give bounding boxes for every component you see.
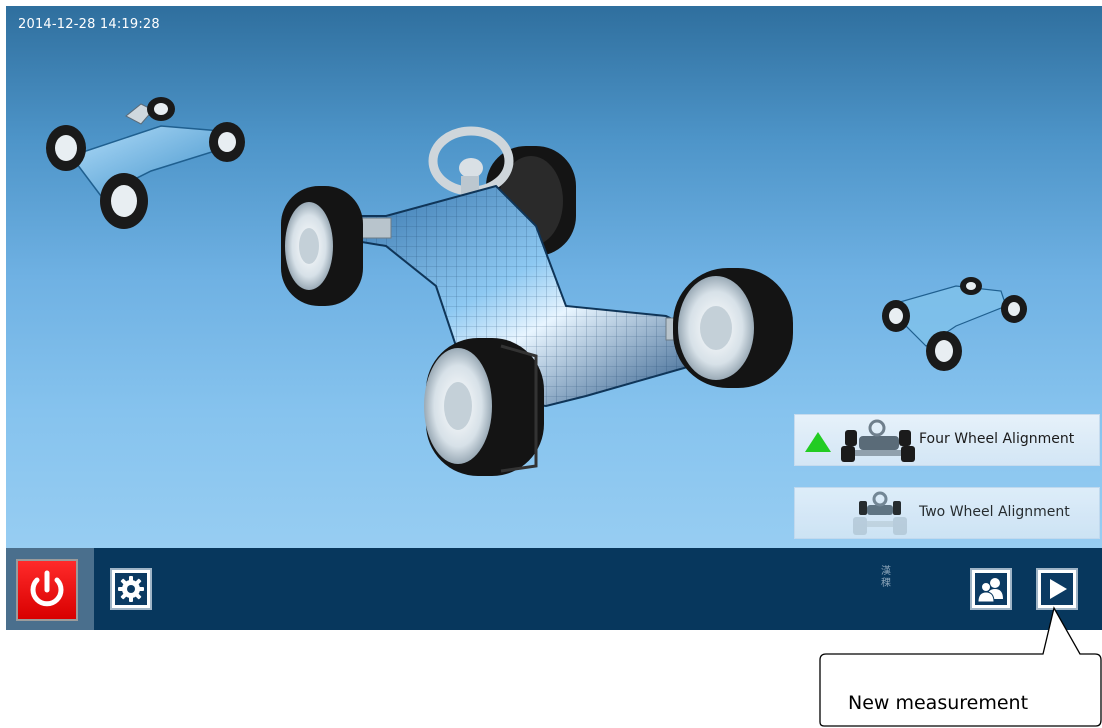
callout-text: New measurement [848,692,1029,714]
four-wheel-alignment-label: Four Wheel Alignment [919,431,1075,447]
power-button-area [6,548,94,630]
power-icon [30,570,64,607]
gear-icon [118,576,144,602]
two-wheel-chassis-icon [853,491,907,535]
two-wheel-alignment-button[interactable]: Two Wheel Alignment [794,487,1100,539]
settings-button-face [115,573,147,605]
play-icon [1050,579,1067,599]
language-indicator[interactable]: 漢 稞 [878,566,894,590]
app-window: 2014-12-28 14:19:28 Four Wheel Alignment… [6,6,1102,630]
two-wheel-alignment-label: Two Wheel Alignment [919,504,1070,520]
users-button-face [975,573,1007,605]
power-button[interactable] [16,559,78,621]
datetime-display: 2014-12-28 14:19:28 [18,17,160,32]
four-wheel-alignment-button[interactable]: Four Wheel Alignment [794,414,1100,466]
settings-button[interactable] [110,568,152,610]
new-measurement-button-face [1041,573,1073,605]
car-chassis-small-right-image [882,277,1027,371]
four-wheel-chassis-icon [841,419,915,462]
language-glyph-bottom: 稞 [881,578,891,589]
main-view: 2014-12-28 14:19:28 Four Wheel Alignment… [6,6,1102,548]
car-chassis-main-image [281,126,793,476]
language-glyph-top: 漢 [881,566,891,577]
triangle-up-icon [805,432,831,452]
users-icon [977,578,1003,603]
